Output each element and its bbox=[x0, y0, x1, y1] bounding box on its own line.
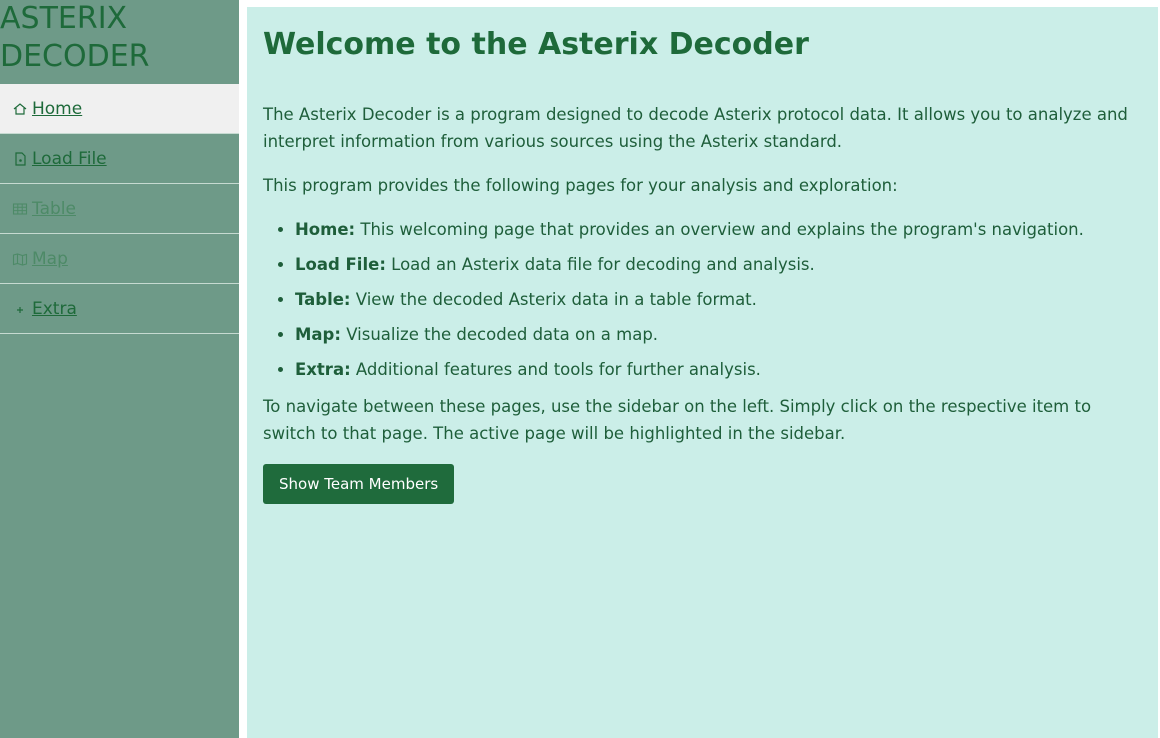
sidebar-item-extra[interactable]: Extra bbox=[0, 284, 239, 334]
app-title: ASTERIX DECODER bbox=[0, 0, 239, 84]
list-item: Table: View the decoded Asterix data in … bbox=[295, 286, 1142, 313]
sidebar-item-label: Extra bbox=[32, 298, 77, 319]
pages-list: Home: This welcoming page that provides … bbox=[263, 216, 1142, 383]
home-icon bbox=[12, 101, 28, 117]
intro-paragraph: The Asterix Decoder is a program designe… bbox=[263, 105, 1128, 151]
page-name: Map: bbox=[295, 325, 341, 344]
pages-intro-paragraph: This program provides the following page… bbox=[263, 176, 898, 195]
app-title-line-2: DECODER bbox=[0, 39, 150, 74]
sidebar-item-home[interactable]: Home bbox=[0, 84, 239, 134]
map-icon bbox=[12, 251, 28, 267]
sidebar: ASTERIX DECODER Home Load File Table Map … bbox=[0, 0, 239, 738]
sidebar-item-load-file[interactable]: Load File bbox=[0, 134, 239, 184]
file-icon bbox=[12, 151, 28, 167]
main-content: Welcome to the Asterix Decoder The Aster… bbox=[247, 7, 1158, 738]
page-description: This welcoming page that provides an ove… bbox=[355, 220, 1084, 239]
list-item: Home: This welcoming page that provides … bbox=[295, 216, 1142, 243]
list-item: Extra: Additional features and tools for… bbox=[295, 356, 1142, 383]
page-name: Load File: bbox=[295, 255, 386, 274]
navigation-paragraph: To navigate between these pages, use the… bbox=[263, 397, 1092, 443]
list-item: Map: Visualize the decoded data on a map… bbox=[295, 321, 1142, 348]
page-title: Welcome to the Asterix Decoder bbox=[263, 27, 809, 62]
page-description: View the decoded Asterix data in a table… bbox=[350, 290, 757, 309]
table-icon bbox=[12, 201, 28, 217]
page-name: Home: bbox=[295, 220, 356, 239]
sidebar-item-table: Table bbox=[0, 184, 239, 234]
page-description: Load an Asterix data file for decoding a… bbox=[385, 255, 815, 274]
sidebar-item-label: Load File bbox=[32, 148, 107, 169]
sidebar-item-label: Table bbox=[32, 198, 76, 219]
page-description: Visualize the decoded data on a map. bbox=[340, 325, 659, 344]
page-description: Additional features and tools for furthe… bbox=[350, 360, 761, 379]
sidebar-item-label: Home bbox=[32, 98, 83, 119]
sidebar-item-label: Map bbox=[32, 248, 68, 269]
app-title-line-1: ASTERIX bbox=[0, 1, 128, 36]
list-item: Load File: Load an Asterix data file for… bbox=[295, 251, 1142, 278]
sidebar-item-map: Map bbox=[0, 234, 239, 284]
plus-icon bbox=[12, 301, 28, 317]
show-team-members-button[interactable]: Show Team Members bbox=[263, 464, 455, 504]
page-name: Extra: bbox=[295, 360, 351, 379]
page-name: Table: bbox=[295, 290, 351, 309]
